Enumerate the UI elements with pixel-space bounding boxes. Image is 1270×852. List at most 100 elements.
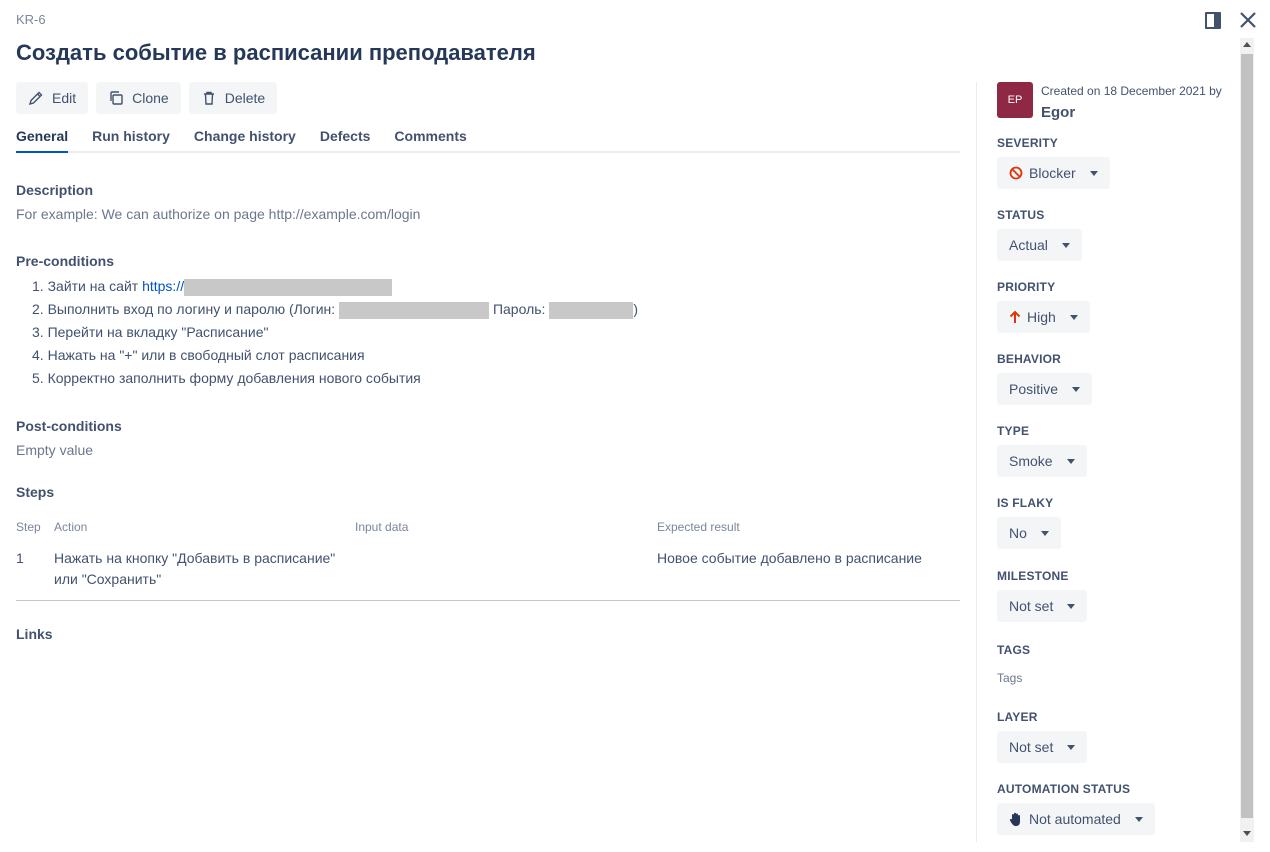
preconditions-list: 1. Зайти на сайт https:// 2. Выполнить в… (16, 275, 638, 390)
clone-button-label: Clone (132, 90, 169, 106)
tags-label: TAGS (997, 643, 1031, 657)
column-header-input: Input data (355, 520, 409, 534)
site-link[interactable]: https:// (142, 278, 184, 294)
tags-field: TAGS Tags (997, 643, 1030, 685)
chevron-down-icon (1069, 314, 1078, 320)
item-text: Перейти на вкладку "Расписание" (47, 324, 269, 340)
step-action-line1: Нажать на кнопку "Добавить в расписание" (54, 550, 336, 566)
step-action-line2: или "Сохранить" (54, 571, 162, 587)
column-header-step: Step (16, 520, 41, 534)
tab-general[interactable]: General (16, 128, 69, 153)
column-header-expected: Expected result (657, 520, 740, 534)
automation-status-value: Not automated (1029, 811, 1121, 827)
sidebar-divider (976, 82, 977, 842)
tab-comments[interactable]: Comments (394, 128, 466, 153)
delete-button[interactable]: Delete (188, 82, 278, 114)
type-value: Smoke (1009, 453, 1053, 469)
is-flaky-label: IS FLAKY (997, 496, 1054, 510)
chevron-down-icon (1067, 603, 1076, 609)
creator-name: Egor (1041, 104, 1076, 121)
chevron-down-icon (1066, 458, 1075, 464)
severity-label: SEVERITY (997, 136, 1058, 150)
steps-label: Steps (16, 484, 55, 500)
layer-value: Not set (1009, 739, 1054, 755)
list-item: 2. Выполнить вход по логину и паролю (Ло… (16, 298, 638, 321)
page-title: Создать событие в расписании преподавате… (16, 40, 536, 65)
toolbar: Edit Clone Delete (16, 82, 278, 114)
item-number: 5. (32, 370, 44, 386)
behavior-select[interactable]: Positive (997, 373, 1093, 405)
automation-status-field: AUTOMATION STATUS Not automated (997, 782, 1155, 835)
item-number: 4. (32, 347, 44, 363)
edit-button[interactable]: Edit (16, 82, 89, 114)
layer-field: LAYER Not set (997, 710, 1088, 763)
description-label: Description (16, 182, 94, 198)
chevron-down-icon (1134, 816, 1143, 822)
severity-select[interactable]: Blocker (997, 157, 1110, 189)
redacted-login (339, 301, 490, 319)
milestone-select[interactable]: Not set (997, 590, 1088, 622)
item-text: Зайти на сайт (47, 278, 143, 294)
item-number: 3. (32, 324, 44, 340)
copy-icon (110, 91, 123, 105)
list-item: 5. Корректно заполнить форму добавления … (16, 367, 638, 390)
list-item: 1. Зайти на сайт https:// (16, 275, 638, 298)
links-label: Links (16, 626, 53, 642)
status-value: Actual (1009, 237, 1048, 253)
priority-field: PRIORITY High (997, 280, 1090, 333)
chevron-down-icon (1040, 530, 1049, 536)
scrollbar-thumb[interactable] (1241, 54, 1253, 818)
hand-icon (1009, 812, 1020, 826)
step-expected: Новое событие добавлено в расписание (657, 550, 922, 566)
priority-label: PRIORITY (997, 280, 1056, 294)
clone-button[interactable]: Clone (96, 82, 181, 114)
close-icon[interactable] (1238, 10, 1258, 30)
layer-label: LAYER (997, 710, 1038, 724)
table-row[interactable]: 1 Нажать на кнопку "Добавить в расписани… (16, 548, 960, 601)
priority-value: High (1027, 309, 1056, 325)
redacted-password (549, 301, 634, 319)
created-text: Created on 18 December 2021 by (1041, 84, 1222, 98)
redacted-url (184, 278, 393, 296)
list-item: 4. Нажать на "+" или в свободный слот ра… (16, 344, 638, 367)
is-flaky-select[interactable]: No (997, 517, 1061, 549)
tab-bar: General Run history Change history Defec… (16, 128, 960, 153)
is-flaky-field: IS FLAKY No (997, 496, 1061, 549)
blocker-icon (1009, 166, 1023, 180)
tab-change-history[interactable]: Change history (194, 128, 296, 153)
tags-input[interactable]: Tags (997, 671, 1030, 685)
trash-icon (203, 91, 214, 105)
status-select[interactable]: Actual (997, 229, 1082, 261)
item-text: ) (633, 301, 638, 317)
priority-select[interactable]: High (997, 301, 1090, 333)
chevron-down-icon (1067, 744, 1076, 750)
severity-field: SEVERITY Blocker (997, 136, 1110, 189)
item-text: Пароль: (489, 301, 550, 317)
tab-defects[interactable]: Defects (320, 128, 371, 153)
arrow-up-icon (1009, 310, 1021, 323)
milestone-label: MILESTONE (997, 569, 1069, 583)
behavior-value: Positive (1009, 381, 1059, 397)
case-key: KR-6 (16, 12, 46, 27)
status-field: STATUS Actual (997, 208, 1082, 261)
item-text: Корректно заполнить форму добавления нов… (47, 370, 421, 386)
scroll-up-arrow-icon[interactable] (1243, 42, 1251, 47)
chevron-down-icon (1072, 386, 1081, 392)
item-number: 2. (32, 301, 44, 317)
postconditions-label: Post-conditions (16, 418, 122, 434)
panel-toggle-icon[interactable] (1205, 12, 1221, 29)
chevron-down-icon (1061, 242, 1070, 248)
milestone-field: MILESTONE Not set (997, 569, 1088, 622)
chevron-down-icon (1089, 170, 1098, 176)
type-label: TYPE (997, 424, 1030, 438)
scroll-down-arrow-icon[interactable] (1243, 831, 1251, 836)
postconditions-value: Empty value (16, 442, 94, 458)
type-field: TYPE Smoke (997, 424, 1087, 477)
tab-run-history[interactable]: Run history (92, 128, 170, 153)
item-text: Нажать на "+" или в свободный слот распи… (47, 347, 365, 363)
is-flaky-value: No (1009, 525, 1027, 541)
type-select[interactable]: Smoke (997, 445, 1087, 477)
layer-select[interactable]: Not set (997, 731, 1088, 763)
milestone-value: Not set (1009, 598, 1054, 614)
automation-status-select[interactable]: Not automated (997, 803, 1155, 835)
